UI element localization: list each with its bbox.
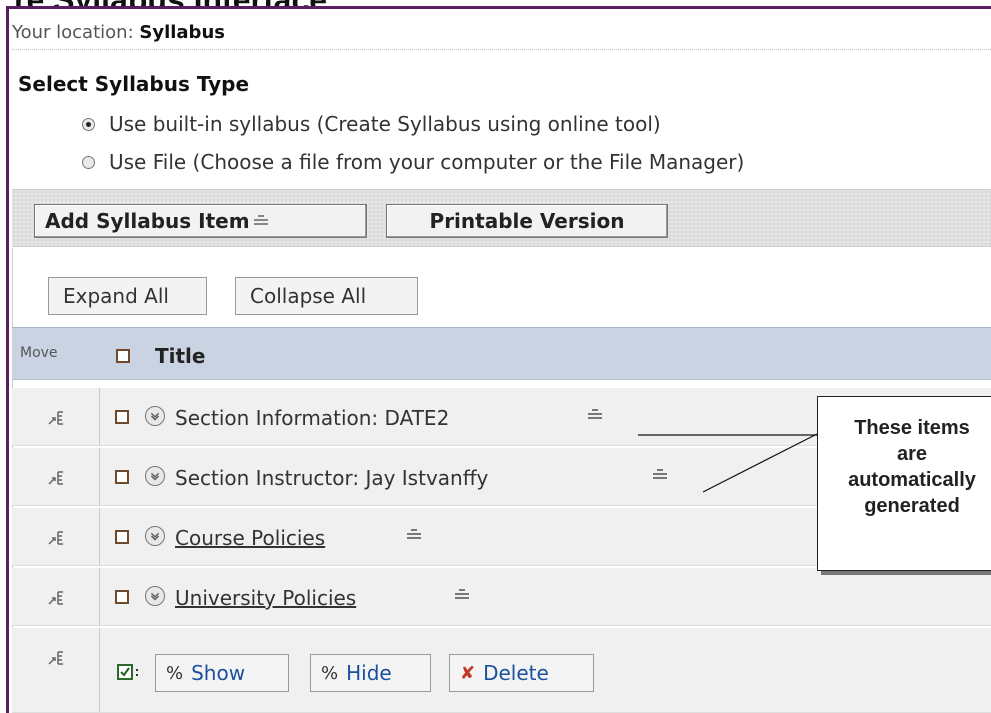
callout-line: generated (864, 495, 960, 517)
callout-line: are (896, 443, 928, 465)
callout-lines (638, 433, 818, 493)
annotation-callout: These items are automatically generated (817, 396, 991, 571)
callout-line: automatically (848, 469, 976, 491)
callout-line: These items (854, 417, 970, 439)
